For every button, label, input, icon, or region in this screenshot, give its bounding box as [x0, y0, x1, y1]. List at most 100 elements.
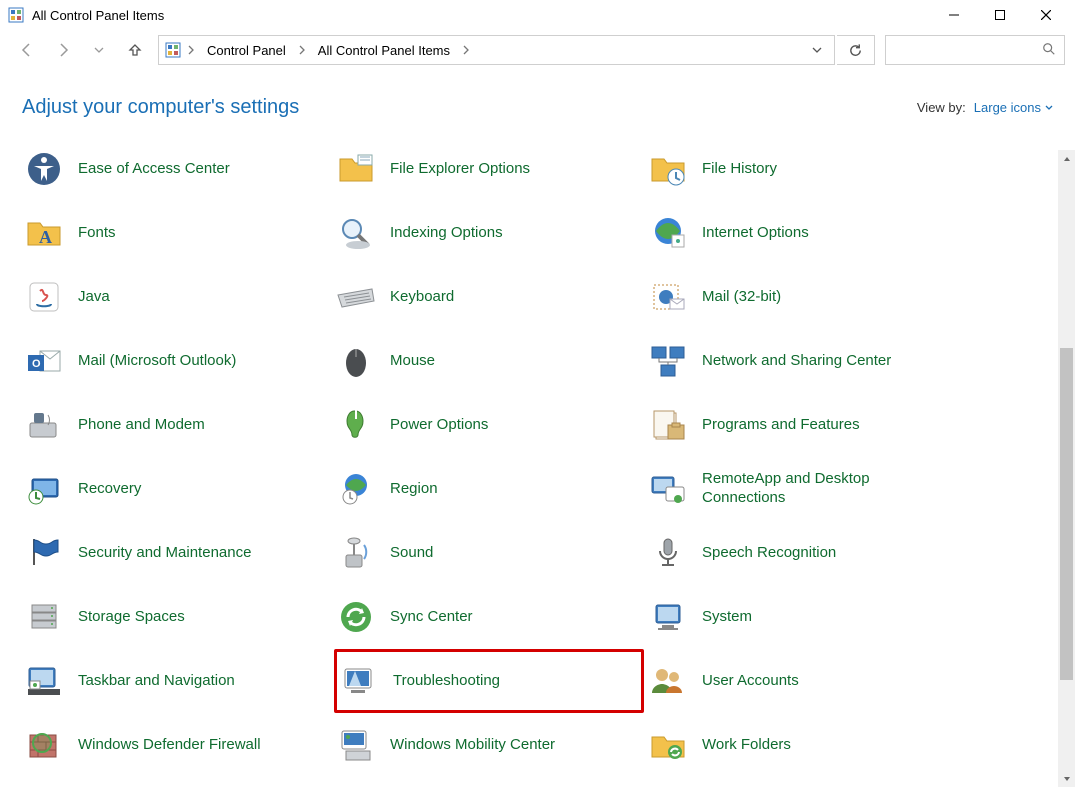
cp-item-work-folders[interactable]: Work Folders	[646, 713, 956, 777]
storage-icon	[22, 595, 66, 639]
fonts-icon: A	[22, 211, 66, 255]
cp-item-mail-outlook[interactable]: OMail (Microsoft Outlook)	[22, 329, 332, 393]
scroll-thumb[interactable]	[1060, 348, 1073, 680]
cp-item-system[interactable]: System	[646, 585, 956, 649]
scroll-track[interactable]	[1058, 167, 1075, 770]
cp-item-programs[interactable]: Programs and Features	[646, 393, 956, 457]
remoteapp-icon	[646, 467, 690, 511]
power-icon	[334, 403, 378, 447]
internet-icon	[646, 211, 690, 255]
programs-icon	[646, 403, 690, 447]
back-button[interactable]	[10, 33, 44, 67]
svg-text:A: A	[39, 227, 52, 247]
mouse-icon	[334, 339, 378, 383]
viewby-dropdown[interactable]: Large icons	[974, 100, 1053, 115]
taskbar-icon	[22, 659, 66, 703]
cp-item-sound[interactable]: Sound	[334, 521, 644, 585]
recent-locations-dropdown[interactable]	[82, 33, 116, 67]
cp-item-label: Speech Recognition	[702, 544, 836, 563]
cp-item-label: Fonts	[78, 224, 116, 243]
address-bar[interactable]: Control Panel All Control Panel Items	[158, 35, 835, 65]
up-button[interactable]	[118, 33, 152, 67]
indexing-icon	[334, 211, 378, 255]
cp-item-mail-stamp[interactable]: Mail (32-bit)	[646, 265, 956, 329]
cp-item-java[interactable]: Java	[22, 265, 332, 329]
cp-item-label: Ease of Access Center	[78, 160, 230, 179]
refresh-button[interactable]	[837, 35, 875, 65]
cp-item-troubleshoot[interactable]: Troubleshooting	[334, 649, 644, 713]
cp-item-label: Windows Mobility Center	[390, 736, 555, 755]
cp-item-ease-of-access[interactable]: Ease of Access Center	[22, 137, 332, 201]
forward-button[interactable]	[46, 33, 80, 67]
phone-modem-icon	[22, 403, 66, 447]
chevron-right-icon[interactable]	[294, 36, 310, 64]
security-flag-icon	[22, 531, 66, 575]
cp-item-fonts[interactable]: A Fonts	[22, 201, 332, 265]
cp-item-label: Power Options	[390, 416, 488, 435]
troubleshoot-icon	[337, 659, 381, 703]
window-title: All Control Panel Items	[32, 8, 164, 23]
search-icon	[1042, 42, 1056, 59]
region-icon	[334, 467, 378, 511]
vertical-scrollbar[interactable]	[1058, 150, 1075, 787]
minimize-button[interactable]	[931, 0, 977, 30]
sound-icon	[334, 531, 378, 575]
cp-item-mobility[interactable]: Windows Mobility Center	[334, 713, 644, 777]
title-bar: All Control Panel Items	[0, 0, 1075, 30]
cp-item-remoteapp[interactable]: RemoteApp and Desktop Connections	[646, 457, 956, 521]
speech-icon	[646, 531, 690, 575]
cp-item-label: File Explorer Options	[390, 160, 530, 179]
cp-item-label: Keyboard	[390, 288, 454, 307]
cp-item-recovery[interactable]: Recovery	[22, 457, 332, 521]
cp-item-security-flag[interactable]: Security and Maintenance	[22, 521, 332, 585]
cp-item-label: Indexing Options	[390, 224, 503, 243]
cp-item-region[interactable]: Region	[334, 457, 644, 521]
cp-item-internet[interactable]: Internet Options	[646, 201, 956, 265]
search-input[interactable]	[885, 35, 1065, 65]
cp-item-mouse[interactable]: Mouse	[334, 329, 644, 393]
recovery-icon	[22, 467, 66, 511]
cp-item-network[interactable]: Network and Sharing Center	[646, 329, 956, 393]
cp-item-sync[interactable]: Sync Center	[334, 585, 644, 649]
folder-options-icon	[334, 147, 378, 191]
cp-item-label: Work Folders	[702, 736, 791, 755]
cp-item-folder-options[interactable]: File Explorer Options	[334, 137, 644, 201]
cp-item-phone-modem[interactable]: Phone and Modem	[22, 393, 332, 457]
cp-item-storage[interactable]: Storage Spaces	[22, 585, 332, 649]
chevron-right-icon[interactable]	[458, 36, 474, 64]
cp-item-users[interactable]: User Accounts	[646, 649, 956, 713]
cp-item-speech[interactable]: Speech Recognition	[646, 521, 956, 585]
viewby-value-text: Large icons	[974, 100, 1041, 115]
cp-item-label: Java	[78, 288, 110, 307]
cp-item-label: Sound	[390, 544, 433, 563]
svg-text:O: O	[32, 358, 41, 370]
cp-item-label: Programs and Features	[702, 416, 860, 435]
control-panel-app-icon	[8, 7, 24, 23]
scroll-up-button[interactable]	[1058, 150, 1075, 167]
java-icon	[22, 275, 66, 319]
close-button[interactable]	[1023, 0, 1069, 30]
control-panel-items-grid: Ease of Access Center File Explorer Optio…	[0, 129, 1075, 785]
ease-of-access-icon	[22, 147, 66, 191]
breadcrumb-all-items[interactable]: All Control Panel Items	[312, 36, 456, 64]
breadcrumb-control-panel[interactable]: Control Panel	[201, 36, 292, 64]
cp-item-firewall[interactable]: Windows Defender Firewall	[22, 713, 332, 777]
cp-item-file-history[interactable]: File History	[646, 137, 956, 201]
network-icon	[646, 339, 690, 383]
cp-item-indexing[interactable]: Indexing Options	[334, 201, 644, 265]
cp-item-taskbar[interactable]: Taskbar and Navigation	[22, 649, 332, 713]
address-history-dropdown[interactable]	[804, 36, 830, 64]
sync-icon	[334, 595, 378, 639]
maximize-button[interactable]	[977, 0, 1023, 30]
chevron-right-icon[interactable]	[183, 36, 199, 64]
cp-item-keyboard[interactable]: Keyboard	[334, 265, 644, 329]
cp-item-label: User Accounts	[702, 672, 799, 691]
system-icon	[646, 595, 690, 639]
cp-item-label: Network and Sharing Center	[702, 352, 891, 371]
mail-outlook-icon: O	[22, 339, 66, 383]
cp-item-label: Taskbar and Navigation	[78, 672, 235, 691]
cp-item-power[interactable]: Power Options	[334, 393, 644, 457]
scroll-down-button[interactable]	[1058, 770, 1075, 787]
cp-item-label: File History	[702, 160, 777, 179]
cp-item-label: Recovery	[78, 480, 141, 499]
